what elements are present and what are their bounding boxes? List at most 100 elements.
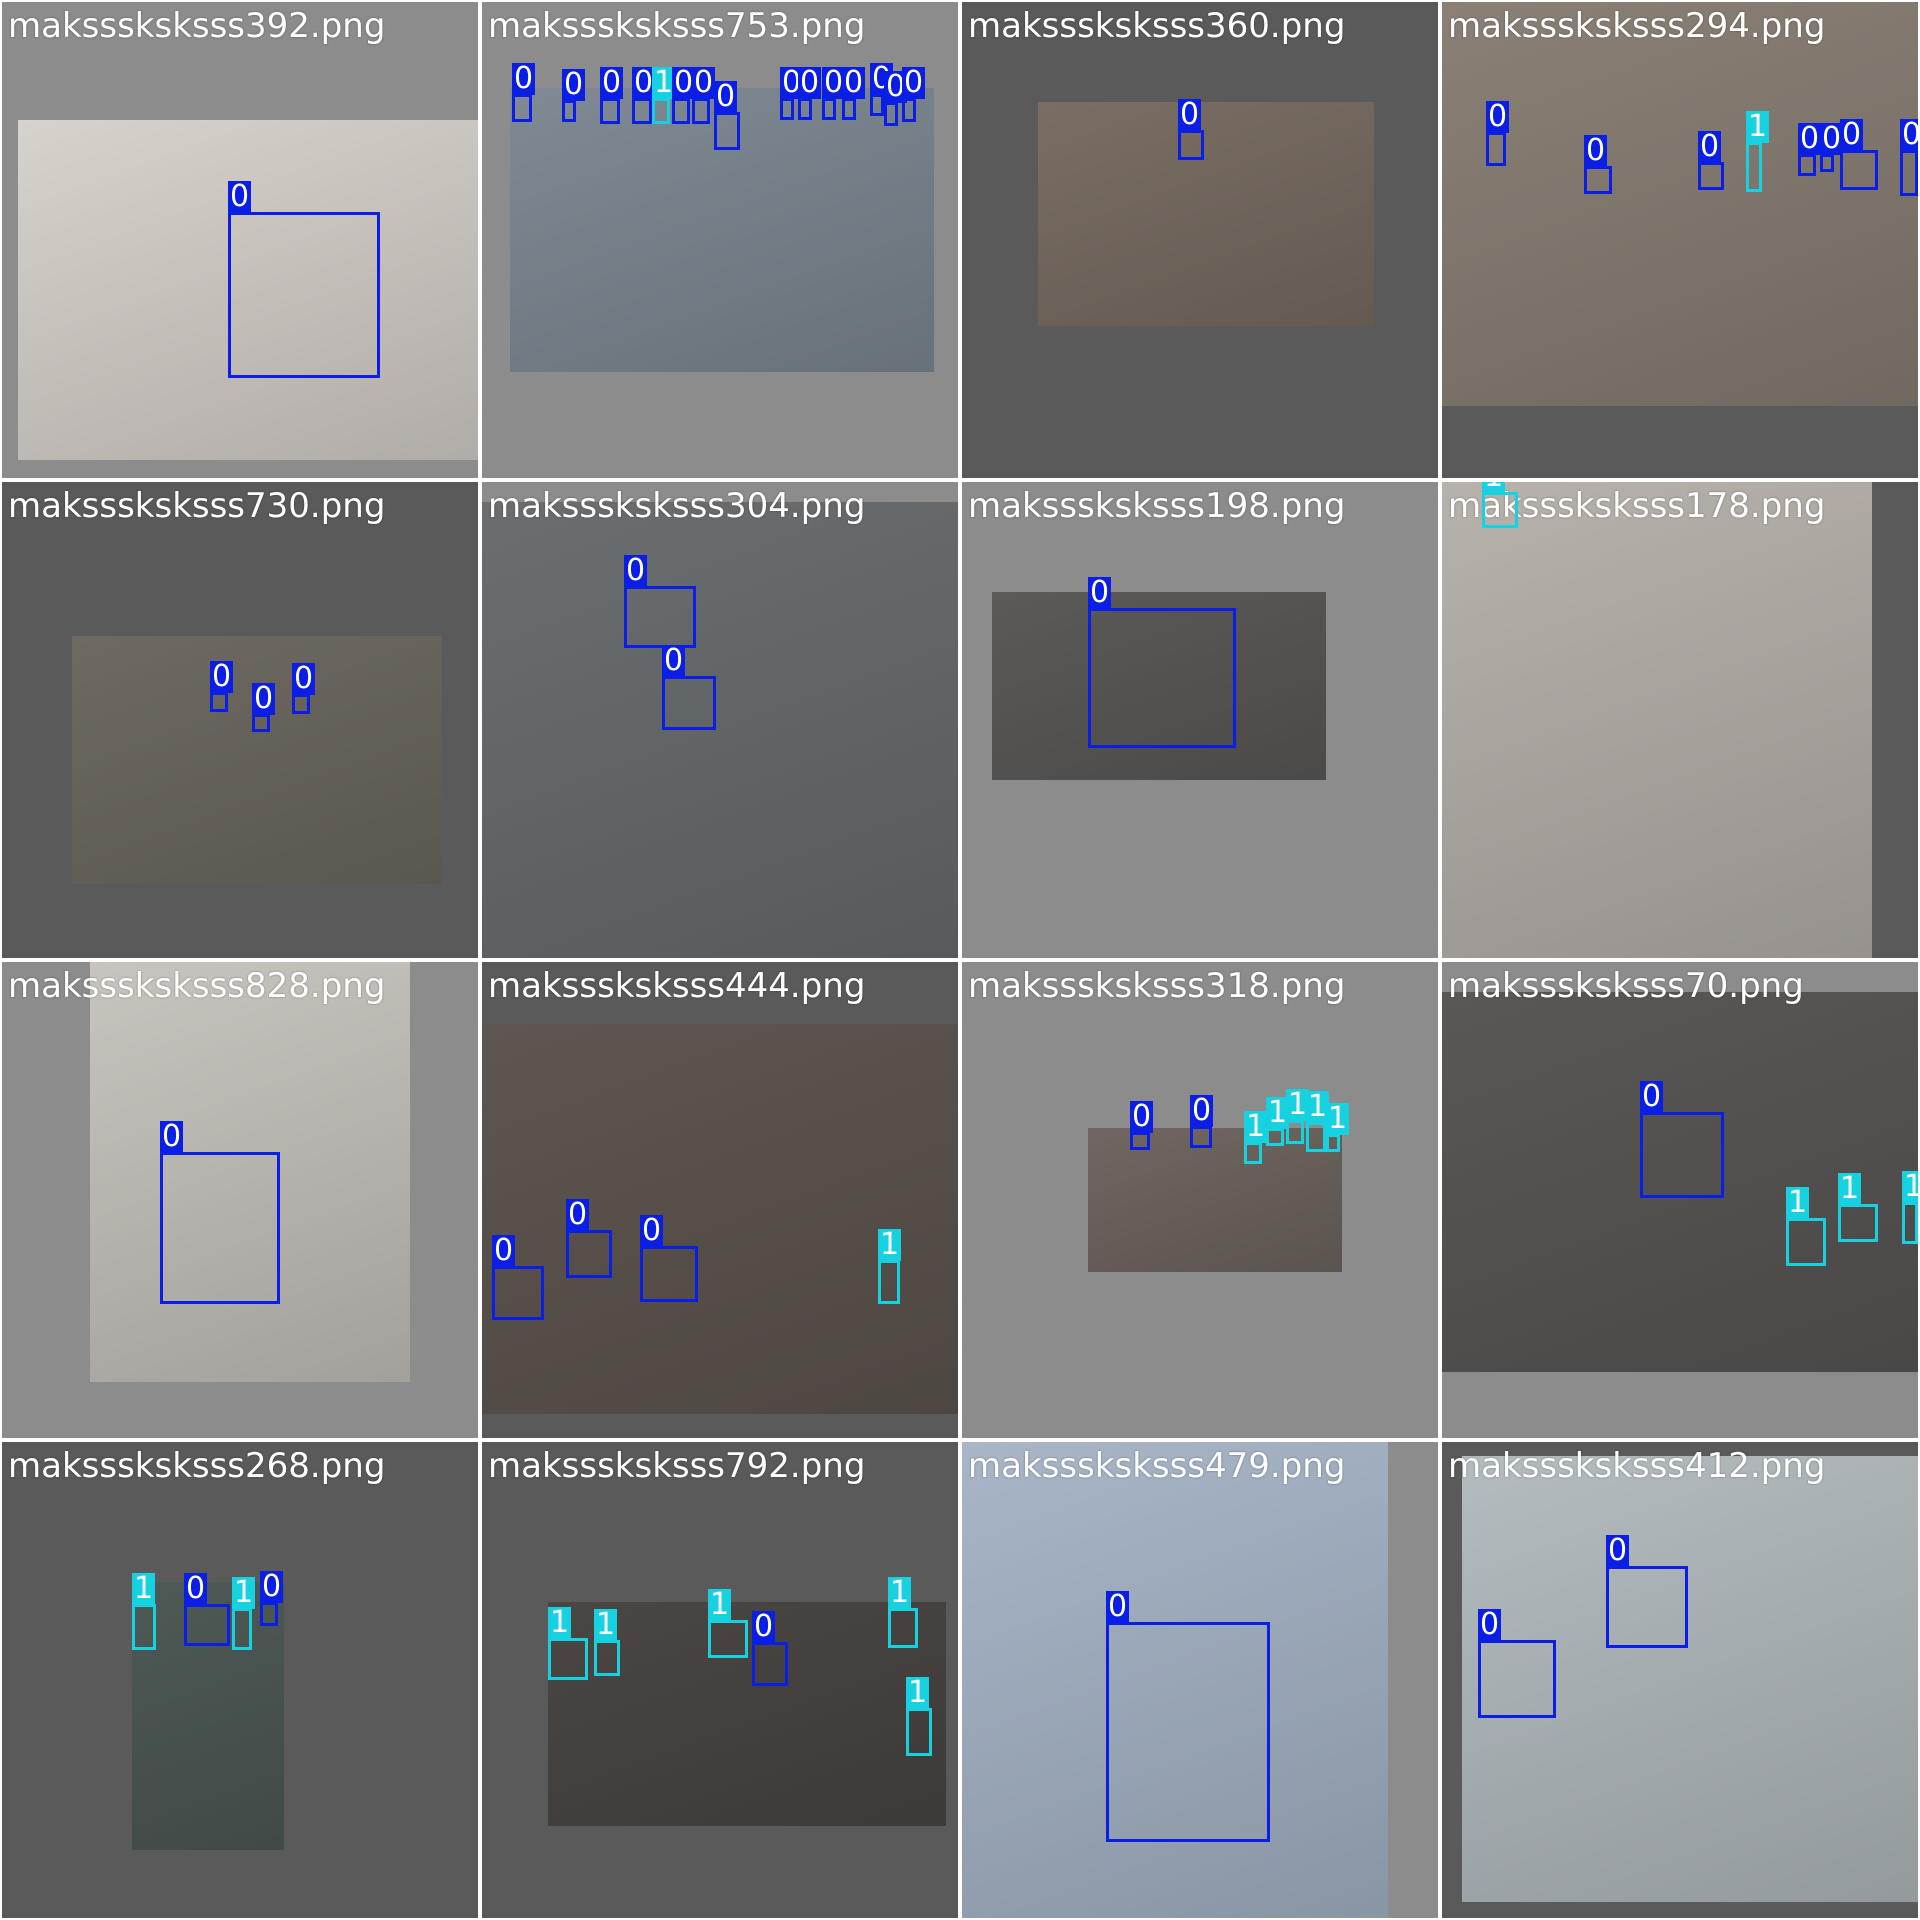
detection-box-class-0: 0 (1486, 101, 1510, 166)
detection-class-label: 0 (1698, 129, 1722, 164)
detection-box-class-0: 0 (1900, 119, 1918, 196)
detection-class-label: 1 (1746, 109, 1770, 144)
detection-box-class-0: 0 (252, 683, 276, 732)
detection-box-class-0: 0 (1698, 131, 1724, 190)
detection-class-label: 0 (252, 681, 276, 716)
tile-photo (1088, 1128, 1342, 1272)
detection-box-class-0: 0 (798, 67, 822, 120)
detection-box-class-0: 0 (566, 1199, 612, 1278)
detection-box-class-0: 0 (1820, 123, 1844, 172)
detection-box-class-0: 0 (870, 63, 894, 116)
detection-class-label: 0 (1088, 575, 1112, 610)
detection-class-label: 0 (1584, 133, 1608, 168)
detection-box-class-0: 0 (780, 67, 804, 120)
detection-box-class-1: 1 (548, 1607, 588, 1680)
detection-class-label: 1 (1326, 1101, 1350, 1136)
detection-box-class-1: 1 (1746, 111, 1770, 192)
detection-class-label: 0 (1900, 119, 1918, 151)
detection-box-class-1: 1 (594, 1609, 620, 1676)
detection-box-class-0: 0 (562, 69, 586, 122)
detection-class-label: 1 (548, 1605, 572, 1640)
detection-mosaic: maksssksksss392.png 0 maksssksksss753.png 0… (0, 0, 1920, 1920)
detection-box-class-1: 1 (888, 1577, 918, 1648)
image-tile: maksssksksss178.png1 (1442, 482, 1918, 958)
detection-box-class-0: 0 (1178, 99, 1204, 160)
detection-class-label: 0 (160, 1119, 184, 1154)
detection-class-label: 0 (624, 553, 648, 588)
tile-photo (482, 502, 958, 958)
detection-box-class-0: 0 (884, 71, 908, 126)
detection-box-class-0: 0 (1640, 1081, 1724, 1198)
detection-box-class-0: 0 (260, 1571, 284, 1626)
detection-box-class-0: 0 (1106, 1591, 1270, 1842)
image-tile: maksssksksss444.png 0 0 0 1 (482, 962, 958, 1438)
image-tile: maksssksksss730.png 0 0 0 (2, 482, 478, 958)
detection-box-class-0: 0 (752, 1611, 788, 1686)
detection-box-class-0: 0 (1190, 1095, 1214, 1148)
detection-box-class-0: 0 (714, 81, 740, 150)
detection-class-label: 0 (292, 661, 316, 696)
detection-box-class-0: 0 (624, 555, 696, 648)
image-tile: maksssksksss792.png 1 1 1 0 1 1 (482, 1442, 958, 1918)
tile-filename: maksssksksss304.png (488, 486, 866, 526)
detection-class-label: 0 (566, 1197, 590, 1232)
detection-class-label: 0 (714, 79, 738, 114)
detection-box-class-0: 0 (228, 181, 380, 378)
tile-filename: maksssksksss792.png (488, 1446, 866, 1486)
detection-box-class-0: 0 (672, 67, 696, 124)
tile-filename: maksssksksss198.png (968, 486, 1346, 526)
detection-class-label: 1 (888, 1575, 912, 1610)
image-tile: maksssksksss412.png 0 0 (1442, 1442, 1918, 1918)
detection-class-label: 0 (1106, 1589, 1130, 1624)
detection-box-class-1: 1 (1902, 1171, 1918, 1244)
detection-box-class-0: 0 (1606, 1535, 1688, 1648)
tile-photo (1038, 102, 1374, 326)
detection-class-label: 0 (692, 65, 716, 100)
tile-photo (72, 636, 442, 884)
detection-class-label: 1 (1244, 1109, 1268, 1144)
tile-filename: maksssksksss360.png (968, 6, 1346, 46)
detection-class-label: 1 (594, 1607, 618, 1642)
detection-box-class-1: 1 (1838, 1173, 1878, 1242)
detection-box-class-1: 1 (708, 1589, 748, 1658)
detection-class-label: 0 (902, 65, 926, 100)
detection-class-label: 1 (906, 1675, 930, 1710)
detection-box-class-1: 1 (1266, 1097, 1290, 1146)
image-tile: maksssksksss392.png 0 (2, 2, 478, 478)
detection-box-class-1: 1 (652, 67, 676, 124)
detection-box-class-0: 0 (1130, 1101, 1154, 1150)
detection-box-class-0: 0 (1088, 577, 1236, 748)
detection-box-class-0: 0 (1840, 119, 1878, 190)
detection-class-label: 0 (1190, 1093, 1214, 1128)
tile-filename: maksssksksss70.png (1448, 966, 1804, 1006)
detection-box-class-0: 0 (210, 661, 234, 712)
detection-class-label: 1 (708, 1587, 732, 1622)
detection-box-class-1: 1 (1326, 1103, 1350, 1152)
detection-box-class-1: 1 (1306, 1091, 1330, 1152)
detection-class-label: 0 (492, 1233, 516, 1268)
detection-box-class-1: 1 (132, 1573, 156, 1650)
detection-class-label: 0 (1798, 121, 1822, 156)
detection-class-label: 0 (752, 1609, 776, 1644)
detection-class-label: 0 (1130, 1099, 1154, 1134)
tile-filename: maksssksksss444.png (488, 966, 866, 1006)
detection-box-class-0: 0 (902, 67, 926, 122)
detection-box-class-1: 1 (1286, 1089, 1310, 1144)
tile-filename: maksssksksss268.png (8, 1446, 386, 1486)
detection-box-class-1: 1 (232, 1577, 256, 1650)
image-tile: maksssksksss268.png 1 0 1 0 (2, 1442, 478, 1918)
tile-filename: maksssksksss730.png (8, 486, 386, 526)
detection-class-label: 1 (1902, 1171, 1918, 1203)
detection-box-class-0: 0 (292, 663, 316, 714)
detection-class-label: 1 (1482, 482, 1506, 493)
image-tile: maksssksksss360.png 0 (962, 2, 1438, 478)
detection-class-label: 1 (1838, 1171, 1862, 1206)
image-tile: maksssksksss828.png 0 (2, 962, 478, 1438)
detection-box-class-0: 0 (492, 1235, 544, 1320)
tile-photo (1442, 482, 1872, 958)
detection-class-label: 1 (132, 1571, 156, 1606)
detection-box-class-0: 0 (600, 67, 624, 124)
detection-class-label: 0 (562, 67, 586, 102)
detection-class-label: 0 (1178, 97, 1202, 132)
tile-filename: maksssksksss392.png (8, 6, 386, 46)
